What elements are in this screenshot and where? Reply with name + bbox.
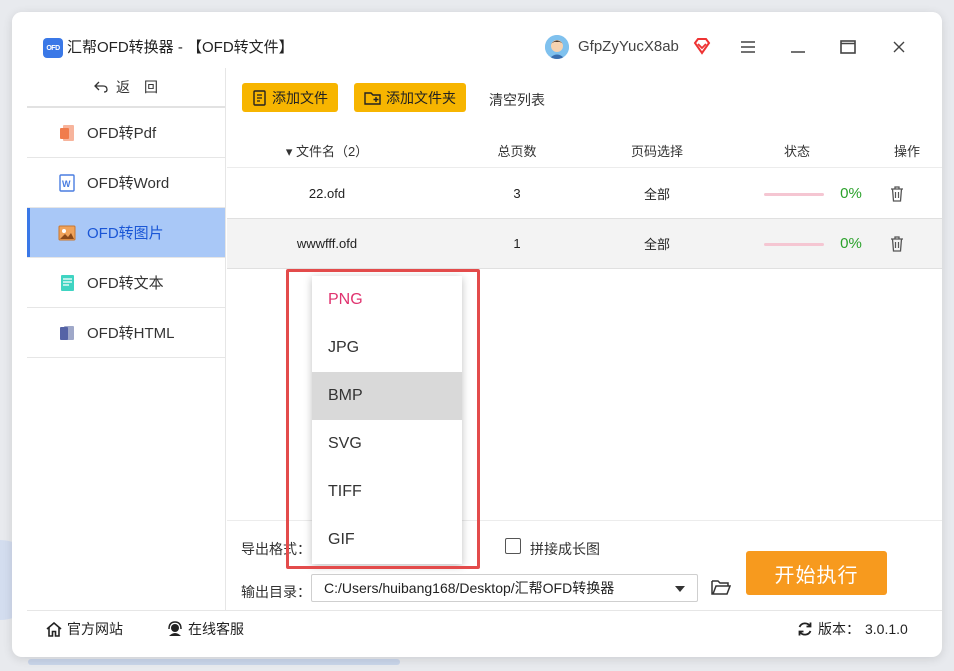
format-option-jpg[interactable]: JPG — [312, 324, 462, 372]
output-dir-label: 输出目录： — [241, 584, 311, 600]
progress-bar — [764, 243, 824, 246]
back-arrow-icon — [94, 81, 108, 93]
home-icon — [46, 621, 62, 637]
header-pages: 总页数 — [497, 144, 537, 159]
header-status: 状态 — [783, 144, 810, 159]
minimize-icon[interactable] — [785, 34, 811, 60]
vip-diamond-icon[interactable] — [692, 36, 712, 56]
svg-text:W: W — [62, 179, 71, 189]
add-folder-label: 添加文件夹 — [386, 89, 456, 106]
version-value: 3.0.1.0 — [865, 621, 908, 637]
menu-icon[interactable] — [735, 34, 761, 60]
sidebar-item-label: OFD转Pdf — [87, 125, 157, 142]
user-name[interactable]: GfpZyYucX8ab — [578, 37, 679, 57]
chevron-down-icon — [675, 586, 685, 592]
close-icon[interactable] — [886, 34, 912, 60]
pdf-icon — [60, 124, 74, 141]
user-avatar[interactable] — [545, 35, 569, 59]
text-icon — [61, 274, 74, 291]
row-filename: 22.ofd — [308, 186, 346, 201]
table-header: ▾ 文件名（2） 总页数 页码选择 状态 操作 — [227, 134, 942, 168]
row-filename: wwwfff.ofd — [296, 236, 358, 251]
sidebar-item-word[interactable]: W OFD转Word — [27, 158, 225, 208]
add-folder-icon — [364, 91, 381, 105]
format-option-gif[interactable]: GIF — [312, 516, 462, 564]
sidebar-item-label: OFD转图片 — [87, 225, 164, 242]
trash-icon[interactable] — [890, 236, 904, 252]
progress-percent: 0% — [840, 235, 862, 252]
row-pages: 3 — [513, 186, 521, 201]
start-button[interactable]: 开始执行 — [746, 551, 887, 595]
title-bar: OFD 汇帮OFD转换器 - 【OFD转文件】 GfpZyYucX8ab — [12, 12, 942, 68]
progress-percent: 0% — [840, 185, 862, 202]
app-logo-icon: OFD — [43, 38, 63, 58]
version-info[interactable]: 版本： 3.0.1.0 — [797, 619, 908, 639]
image-icon — [58, 225, 76, 240]
html-icon — [60, 325, 74, 340]
progress-bar — [764, 193, 824, 196]
format-option-svg[interactable]: SVG — [312, 420, 462, 468]
sidebar: 返 回 OFD转Pdf W OFD转Word OFD转图片 OFD转文本 OFD… — [27, 68, 226, 610]
toolbar: 添加文件 添加文件夹 清空列表 — [227, 68, 942, 126]
app-window: OFD 汇帮OFD转换器 - 【OFD转文件】 GfpZyYucX8ab 返 回… — [12, 12, 942, 657]
header-page-range: 页码选择 — [630, 144, 683, 159]
format-option-bmp[interactable]: BMP — [312, 372, 462, 420]
support-link[interactable]: 在线客服 — [167, 619, 244, 639]
back-label: 返 回 — [116, 79, 158, 95]
table-row[interactable]: 22.ofd 3 全部 0% — [227, 169, 942, 219]
refresh-icon — [798, 622, 812, 636]
output-dir-select[interactable]: C:/Users/huibang168/Desktop/汇帮OFD转换器 — [311, 574, 698, 602]
header-operation: 操作 — [893, 144, 920, 159]
export-format-label: 导出格式： — [241, 541, 311, 557]
sidebar-item-label: OFD转Word — [87, 175, 170, 192]
support-label: 在线客服 — [188, 621, 244, 637]
sidebar-item-pdf[interactable]: OFD转Pdf — [27, 108, 225, 158]
row-page-range[interactable]: 全部 — [607, 184, 707, 203]
folder-open-icon[interactable] — [711, 578, 731, 596]
window-title: 汇帮OFD转换器 - 【OFD转文件】 — [67, 39, 294, 56]
website-label: 官方网站 — [67, 621, 123, 637]
avatar-icon — [545, 35, 569, 59]
background-strip — [28, 659, 400, 665]
app-logo-text: OFD — [46, 44, 60, 52]
footer: 官方网站 在线客服 版本： 3.0.1.0 — [27, 610, 942, 645]
add-folder-button[interactable]: 添加文件夹 — [354, 83, 466, 112]
sidebar-item-label: OFD转HTML — [87, 325, 175, 342]
row-page-range[interactable]: 全部 — [607, 234, 707, 253]
header-filename[interactable]: ▾ 文件名（2） — [227, 141, 427, 160]
stitch-long-image-label[interactable]: 拼接成长图 — [530, 539, 600, 559]
format-option-tiff[interactable]: TIFF — [312, 468, 462, 516]
sidebar-item-label: OFD转文本 — [87, 275, 164, 292]
customer-service-icon — [168, 621, 182, 636]
row-pages: 1 — [513, 236, 521, 251]
sidebar-item-image[interactable]: OFD转图片 — [27, 208, 225, 258]
add-file-label: 添加文件 — [272, 89, 328, 106]
clear-list-button[interactable]: 清空列表 — [489, 90, 545, 110]
word-icon: W — [59, 173, 75, 192]
trash-icon[interactable] — [890, 186, 904, 202]
stitch-long-image-checkbox[interactable] — [505, 538, 521, 554]
format-option-png[interactable]: PNG — [312, 276, 462, 324]
format-dropdown-menu: PNG JPG BMP SVG TIFF GIF — [312, 276, 462, 564]
add-file-icon — [253, 89, 266, 106]
back-button[interactable]: 返 回 — [27, 68, 225, 108]
table-row[interactable]: wwwfff.ofd 1 全部 0% — [227, 219, 942, 269]
sidebar-item-html[interactable]: OFD转HTML — [27, 308, 225, 358]
version-label: 版本： — [818, 621, 860, 637]
website-link[interactable]: 官方网站 — [46, 619, 123, 639]
output-dir-value: C:/Users/huibang168/Desktop/汇帮OFD转换器 — [324, 580, 615, 596]
add-file-button[interactable]: 添加文件 — [242, 83, 338, 112]
sidebar-item-text[interactable]: OFD转文本 — [27, 258, 225, 308]
maximize-icon[interactable] — [835, 34, 861, 60]
